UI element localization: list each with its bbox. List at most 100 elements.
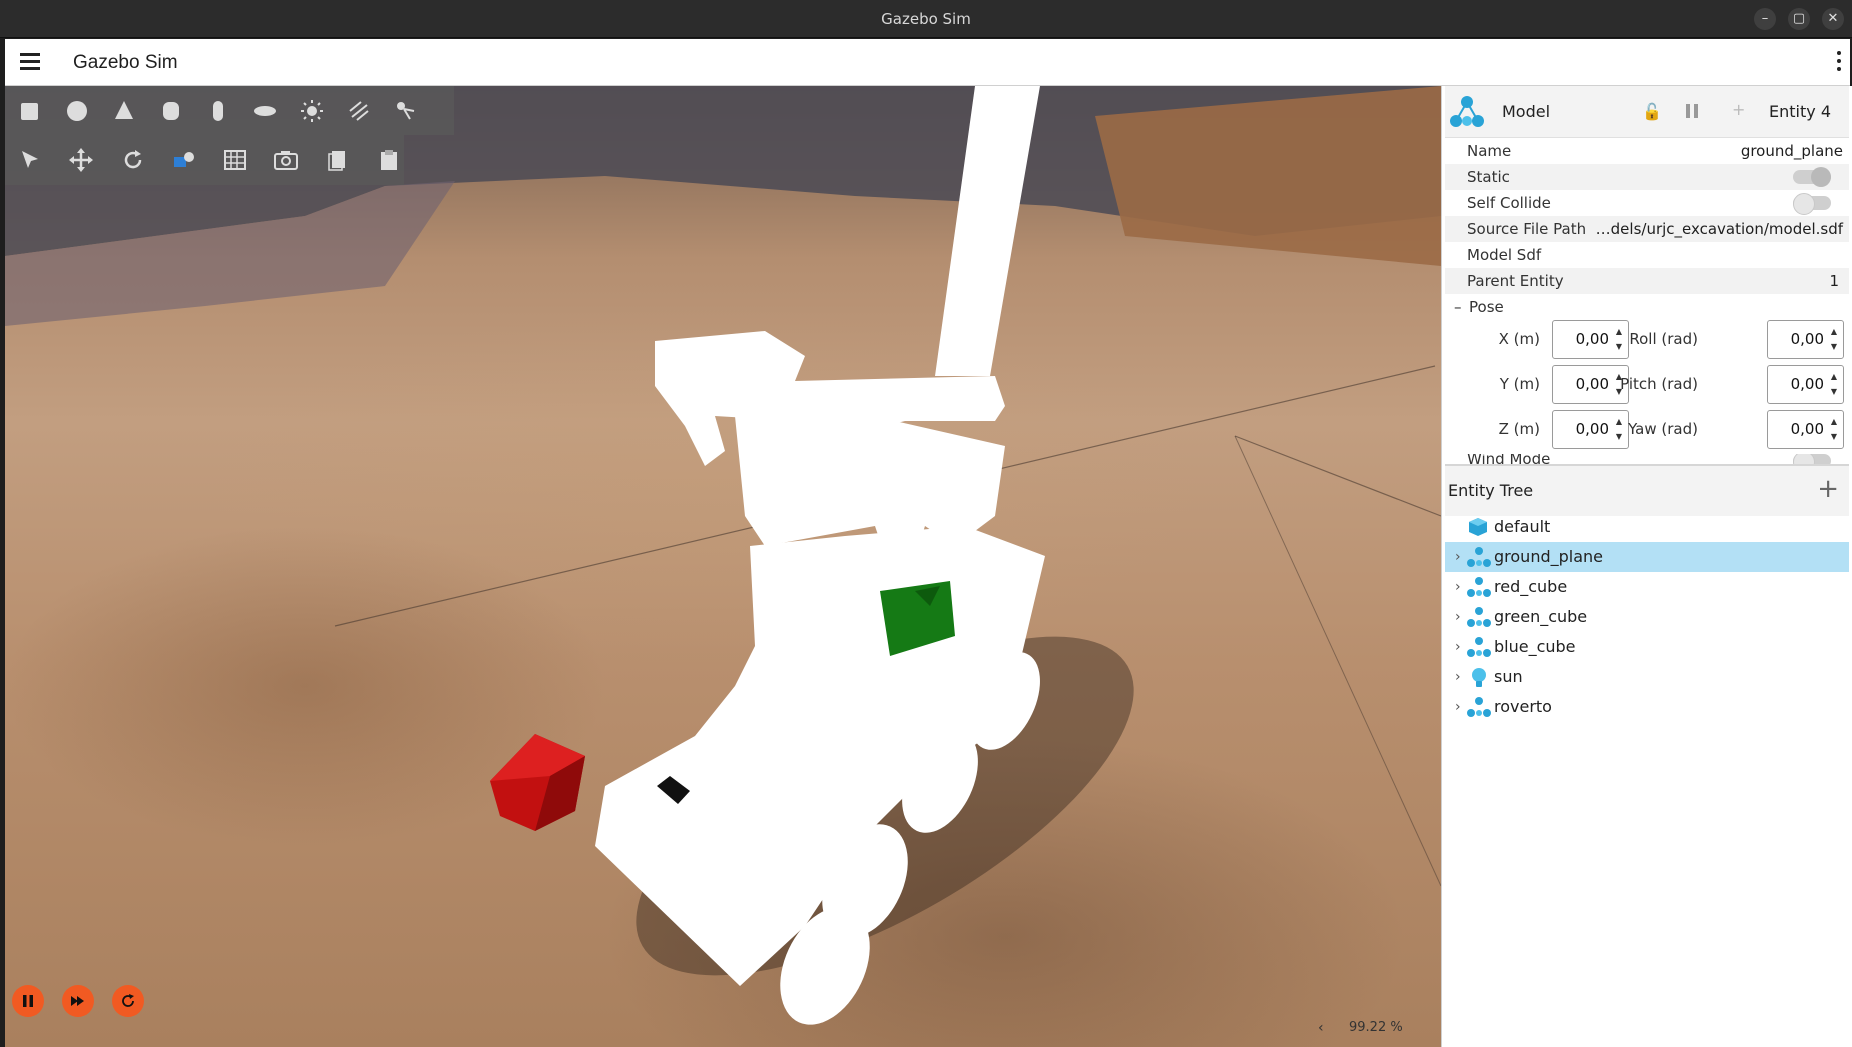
model-icon [1467, 637, 1491, 657]
pose-y-label: Y (m) [1499, 375, 1540, 393]
entity-tree-title: Entity Tree [1448, 481, 1534, 500]
spin-up-icon[interactable]: ▲ [1829, 418, 1839, 426]
pause-updates-icon[interactable] [1683, 102, 1701, 120]
add-entity-icon[interactable]: + [1817, 476, 1839, 502]
real-time-factor: 99.22 % [1349, 1020, 1403, 1035]
add-component-icon[interactable]: + [1732, 100, 1745, 119]
screenshot-icon[interactable] [271, 144, 301, 176]
spin-down-icon[interactable]: ▼ [1829, 433, 1839, 441]
reset-button[interactable] [112, 985, 144, 1017]
step-forward-button[interactable] [62, 985, 94, 1017]
light-icon [1472, 668, 1486, 687]
hamburger-menu-icon[interactable] [20, 53, 40, 70]
spot-light-icon[interactable] [390, 95, 422, 127]
tree-item-label: roverto [1494, 697, 1552, 716]
tree-item-default[interactable]: default [1445, 512, 1849, 542]
ellipsoid-icon[interactable] [249, 95, 281, 127]
sphere-icon[interactable] [61, 95, 93, 127]
translate-icon[interactable] [66, 144, 96, 176]
lock-icon[interactable]: 🔓 [1642, 102, 1662, 121]
app-title: Gazebo Sim [73, 52, 178, 73]
right-panel: Model 🔓 + Entity 4 Name ground_plane Sta… [1441, 86, 1852, 1047]
model-icon [1467, 577, 1491, 597]
pause-button[interactable] [12, 985, 44, 1017]
more-options-icon[interactable] [1834, 51, 1844, 73]
property-label: Self Collide [1467, 194, 1551, 212]
model-icon [1467, 697, 1491, 717]
minimize-button[interactable]: – [1754, 8, 1776, 30]
static-toggle[interactable] [1793, 167, 1831, 187]
tree-item-red-cube[interactable]: › red_cube [1445, 572, 1849, 602]
tree-item-blue-cube[interactable]: › blue_cube [1445, 632, 1849, 662]
tree-item-label: default [1494, 517, 1551, 536]
property-label: Model Sdf [1467, 246, 1542, 264]
property-label: Parent Entity [1467, 272, 1564, 290]
directional-light-icon[interactable] [343, 95, 375, 127]
pose-section-header[interactable]: – Pose [1445, 294, 1849, 320]
shapes-toolbar [5, 86, 454, 135]
inspector-title: Model [1502, 102, 1551, 121]
wind-mode-toggle[interactable] [1793, 454, 1831, 464]
scene-viewport[interactable] [5, 86, 1441, 1047]
property-source-file: Source File Path …dels/urjc_excavation/m… [1445, 216, 1849, 242]
pose-z-label: Z (m) [1498, 420, 1540, 438]
pose-yaw-input[interactable]: 0,00 ▲ ▼ [1767, 410, 1844, 449]
sun-icon[interactable] [296, 95, 328, 127]
pose-pitch-input[interactable]: 0,00 ▲ ▼ [1767, 365, 1844, 404]
pose-yaw-label: Yaw (rad) [1628, 420, 1698, 438]
pose-roll-input[interactable]: 0,00 ▲ ▼ [1767, 320, 1844, 359]
collapse-icon: – [1454, 298, 1462, 316]
tree-item-label: blue_cube [1494, 637, 1576, 656]
expand-icon[interactable]: › [1455, 572, 1461, 602]
cylinder-icon[interactable] [155, 95, 187, 127]
expand-icon[interactable]: › [1455, 602, 1461, 632]
tree-item-label: green_cube [1494, 607, 1588, 626]
spin-up-icon[interactable]: ▲ [1829, 328, 1839, 336]
select-icon[interactable] [15, 144, 45, 176]
tree-item-label: ground_plane [1494, 547, 1603, 566]
spin-up-icon[interactable]: ▲ [1829, 373, 1839, 381]
spin-down-icon[interactable]: ▼ [1829, 388, 1839, 396]
expand-icon[interactable]: › [1455, 542, 1461, 572]
property-static: Static [1445, 164, 1849, 190]
pose-roll-label: Roll (rad) [1629, 330, 1698, 348]
property-self-collide: Self Collide [1445, 190, 1849, 216]
copy-icon[interactable] [323, 144, 353, 176]
app-header: Gazebo Sim [5, 39, 1850, 86]
box-icon[interactable] [14, 95, 46, 127]
property-label: Wind Mode [1467, 454, 1551, 464]
property-value: ground_plane [1740, 142, 1843, 160]
spin-value: 0,00 [1790, 330, 1824, 348]
spin-down-icon[interactable]: ▼ [1829, 343, 1839, 351]
window-title: Gazebo Sim [881, 10, 971, 28]
property-wind-mode: Wind Mode [1445, 454, 1849, 464]
world-icon [1469, 518, 1487, 536]
expand-icon[interactable]: › [1455, 662, 1461, 692]
rotate-icon[interactable] [118, 144, 148, 176]
grid-icon[interactable] [220, 144, 250, 176]
pose-label: Pose [1469, 298, 1504, 316]
tree-item-roverto[interactable]: › roverto [1445, 692, 1849, 722]
window-controls: – ▢ ✕ [1754, 8, 1844, 30]
property-label: Static [1467, 168, 1510, 186]
expand-icon[interactable]: › [1455, 632, 1461, 662]
property-value: 1 [1829, 272, 1839, 290]
self-collide-toggle[interactable] [1793, 193, 1831, 215]
fast-forward-icon [71, 996, 84, 1006]
scene-render [5, 86, 1441, 1025]
paste-icon[interactable] [374, 144, 404, 176]
spin-value: 0,00 [1790, 420, 1824, 438]
maximize-button[interactable]: ▢ [1788, 8, 1810, 30]
close-button[interactable]: ✕ [1822, 8, 1844, 30]
tree-item-label: red_cube [1494, 577, 1568, 596]
cone-icon[interactable] [108, 95, 140, 127]
tree-item-sun[interactable]: › sun [1445, 662, 1849, 692]
rtf-toggle-arrow[interactable]: ‹ [1318, 1020, 1324, 1036]
playback-controls [12, 985, 144, 1017]
expand-icon[interactable]: › [1455, 692, 1461, 722]
transform-control-icon[interactable] [169, 144, 199, 176]
pose-x-label: X (m) [1498, 330, 1540, 348]
tree-item-green-cube[interactable]: › green_cube [1445, 602, 1849, 632]
capsule-icon[interactable] [202, 95, 234, 127]
tree-item-ground-plane[interactable]: › ground_plane [1445, 542, 1849, 572]
